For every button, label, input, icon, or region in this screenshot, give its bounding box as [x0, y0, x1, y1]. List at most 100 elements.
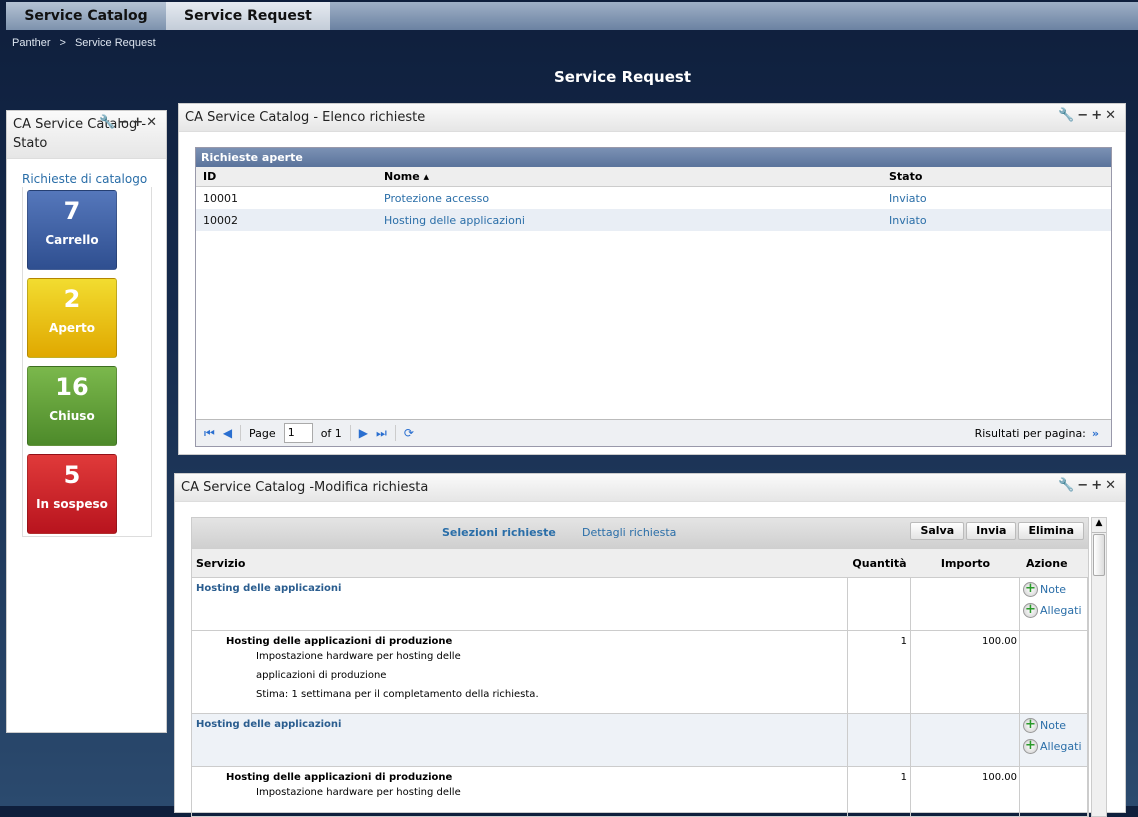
- prev-page-icon[interactable]: ◀: [223, 426, 232, 440]
- edit-request-panel: CA Service Catalog -Modifica richiesta 🔧…: [174, 473, 1126, 817]
- service-name[interactable]: Hosting delle applicazioni: [192, 714, 848, 766]
- panel-title: CA Service Catalog -Modifica richiesta: [181, 480, 429, 495]
- row-name-link[interactable]: Hosting delle applicazioni: [377, 214, 882, 227]
- column-service: Servizio: [196, 556, 246, 570]
- tile-cart[interactable]: 7 Carrello: [27, 190, 117, 270]
- column-amount: Importo: [940, 556, 991, 570]
- tab-request-selections[interactable]: Selezioni richieste: [442, 526, 556, 539]
- submit-button[interactable]: Invia: [966, 522, 1017, 540]
- tile-pending[interactable]: 5 In sospeso: [27, 454, 117, 534]
- tile-count: 2: [63, 285, 81, 313]
- row-id: 10002: [203, 213, 238, 227]
- breadcrumb-panther[interactable]: Panther: [12, 37, 51, 49]
- expand-icon[interactable]: »: [1092, 427, 1099, 440]
- request-list-panel: CA Service Catalog - Elenco richieste 🔧−…: [178, 103, 1126, 455]
- wrench-icon[interactable]: 🔧: [1058, 478, 1077, 493]
- page-title: Service Request: [554, 68, 691, 86]
- column-status[interactable]: Stato: [882, 170, 922, 183]
- scroll-thumb[interactable]: [1093, 534, 1105, 576]
- item-description: applicazioni di produzione: [256, 670, 387, 681]
- item-quantity: 1: [848, 631, 911, 713]
- plus-icon: +: [1023, 739, 1038, 754]
- delete-button[interactable]: Elimina: [1018, 522, 1084, 540]
- page-total: of 1: [320, 426, 342, 440]
- service-name[interactable]: Hosting delle applicazioni: [192, 578, 848, 630]
- tile-count: 5: [63, 461, 81, 489]
- item-quantity: 1: [848, 767, 911, 816]
- refresh-icon[interactable]: ⟳: [404, 426, 414, 440]
- tile-label: Aperto: [49, 321, 95, 335]
- table-row[interactable]: 10002 Hosting delle applicazioni Inviato: [196, 209, 1111, 231]
- next-page-icon[interactable]: ▶: [359, 426, 368, 440]
- add-note-button[interactable]: + Note: [1023, 718, 1084, 733]
- breadcrumb: Panther > Service Request: [12, 37, 165, 49]
- maximize-icon[interactable]: +: [1091, 478, 1105, 493]
- close-icon[interactable]: ✕: [1105, 478, 1119, 493]
- item-name: Hosting delle applicazioni di produzione: [226, 636, 453, 647]
- service-item-row: Hosting delle applicazioni di produzione…: [192, 631, 1088, 714]
- scroll-up-icon[interactable]: ▲: [1092, 518, 1106, 533]
- pager: ⏮ ◀ Page 1 of 1 ▶ ⏭ ⟳ Risultati per pagina…: [196, 419, 1111, 446]
- minimize-icon[interactable]: −: [1077, 478, 1091, 493]
- maximize-icon[interactable]: +: [132, 115, 146, 130]
- tile-open[interactable]: 2 Aperto: [27, 278, 117, 358]
- service-group-row: Hosting delle applicazioni + Note + Allegati: [192, 578, 1088, 631]
- last-page-icon[interactable]: ⏭: [376, 426, 387, 441]
- panel-controls[interactable]: 🔧−+✕: [99, 113, 160, 132]
- breadcrumb-separator: >: [59, 37, 66, 49]
- plus-icon: +: [1023, 603, 1038, 618]
- item-description: Impostazione hardware per hosting delle: [256, 651, 461, 662]
- panel-title: CA Service Catalog - Elenco richieste: [185, 110, 426, 125]
- item-name: Hosting delle applicazioni di produzione: [226, 772, 453, 783]
- row-status-link[interactable]: Inviato: [882, 192, 927, 205]
- tile-label: In sospeso: [36, 497, 108, 511]
- maximize-icon[interactable]: +: [1091, 108, 1105, 123]
- add-note-button[interactable]: + Note: [1023, 582, 1084, 597]
- tab-service-request[interactable]: Service Request: [166, 2, 330, 30]
- row-status-link[interactable]: Inviato: [882, 214, 927, 227]
- vertical-scrollbar[interactable]: ▲: [1091, 517, 1107, 817]
- close-icon[interactable]: ✕: [146, 115, 160, 130]
- first-page-icon[interactable]: ⏮: [204, 426, 215, 441]
- catalog-requests-link[interactable]: Richieste di catalogo: [22, 172, 147, 186]
- page-input[interactable]: 1: [283, 423, 313, 443]
- wrench-icon[interactable]: 🔧: [99, 115, 118, 130]
- minimize-icon[interactable]: −: [1077, 108, 1091, 123]
- plus-icon: +: [1023, 582, 1038, 597]
- tile-closed[interactable]: 16 Chiuso: [27, 366, 117, 446]
- column-name[interactable]: Nome ▴: [377, 170, 882, 183]
- tile-count: 16: [55, 373, 89, 401]
- panel-controls[interactable]: 🔧−+✕: [1058, 108, 1119, 123]
- row-id: 10001: [203, 191, 238, 205]
- add-attachment-button[interactable]: + Allegati: [1023, 739, 1084, 754]
- breadcrumb-current: Service Request: [74, 37, 156, 49]
- tile-label: Chiuso: [49, 409, 95, 423]
- top-nav: Service Catalog Service Request: [6, 2, 1138, 30]
- item-amount: 100.00: [911, 767, 1020, 816]
- panel-controls[interactable]: 🔧−+✕: [1058, 478, 1119, 493]
- service-group-row: Hosting delle applicazioni + Note + Allegati: [192, 714, 1088, 767]
- service-item-row: Hosting delle applicazioni di produzione…: [192, 767, 1088, 816]
- tab-service-catalog[interactable]: Service Catalog: [6, 2, 166, 30]
- wrench-icon[interactable]: 🔧: [1058, 108, 1077, 123]
- tile-count: 7: [63, 197, 81, 225]
- table-row[interactable]: 10001 Protezione accesso Inviato: [196, 187, 1111, 209]
- item-amount: 100.00: [911, 631, 1020, 713]
- close-icon[interactable]: ✕: [1105, 108, 1119, 123]
- plus-icon: +: [1023, 718, 1038, 733]
- item-estimate: Stima: 1 settimana per il completamento …: [256, 689, 539, 700]
- tab-request-details[interactable]: Dettagli richiesta: [582, 526, 676, 539]
- minimize-icon[interactable]: −: [118, 115, 132, 130]
- status-panel: CA Service Catalog - Stato 🔧−+✕ Richiest…: [6, 110, 167, 733]
- column-quantity: Quantità: [852, 556, 907, 570]
- row-name-link[interactable]: Protezione accesso: [377, 192, 882, 205]
- open-requests-grid: Richieste aperte ID Nome ▴ Stato 10001 Prot…: [195, 147, 1112, 447]
- item-description: Impostazione hardware per hosting delle: [256, 787, 461, 798]
- grid-title: Richieste aperte: [196, 148, 1111, 167]
- page-label: Page: [249, 426, 276, 440]
- tile-label: Carrello: [45, 233, 99, 247]
- add-attachment-button[interactable]: + Allegati: [1023, 603, 1084, 618]
- save-button[interactable]: Salva: [910, 522, 965, 540]
- results-per-page-label: Risultati per pagina:: [974, 427, 1086, 440]
- column-id[interactable]: ID: [196, 170, 377, 183]
